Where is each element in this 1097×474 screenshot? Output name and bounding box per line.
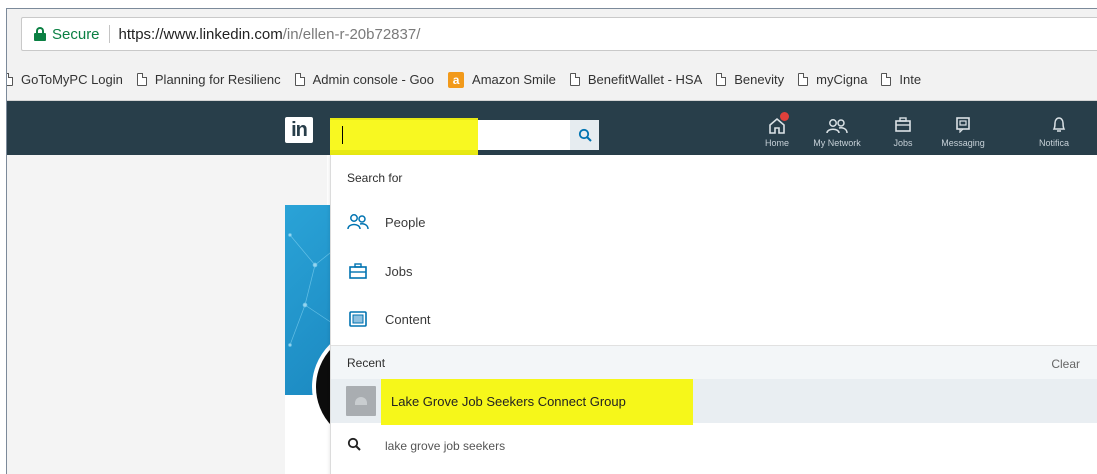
nav-label: Messaging [941,138,985,148]
doc-icon [716,73,727,86]
bookmark-inte[interactable]: Inte [881,72,921,87]
bookmark-label: Benevity [734,72,785,87]
jobs-icon [347,262,369,280]
home-icon [747,117,807,135]
bookmark-mycigna[interactable]: myCigna [798,72,867,87]
bookmark-label: Amazon Smile [472,72,556,87]
recent-section-header: Recent Clear [331,345,1097,379]
bookmark-benevity[interactable]: Benevity [716,72,784,87]
nav-home[interactable]: Home [747,112,807,148]
address-bar[interactable]: Secure https://www.linkedin.com/in/ellen… [21,17,1097,51]
bookmark-label: GoToMyPC Login [21,72,123,87]
bookmark-planning[interactable]: Planning for Resilienc [136,72,281,87]
people-icon [347,213,369,231]
divider [108,25,110,43]
query-suggestion[interactable]: lake grove job seekers [347,437,505,454]
bookmark-amazon-smile[interactable]: a Amazon Smile [448,71,556,88]
browser-window: Secure https://www.linkedin.com/in/ellen… [6,8,1097,474]
content-icon [347,310,369,328]
bell-icon [1051,117,1067,135]
search-option-people[interactable]: People [347,213,425,231]
recent-search-item[interactable]: Lake Grove Job Seekers Connect Group [331,379,1097,425]
nav-label: Notifica [1039,138,1070,148]
doc-icon [136,73,147,86]
lock-icon [34,27,46,41]
linkedin-logo[interactable]: in [285,117,313,143]
nav-notifications[interactable]: Notifica [1039,117,1097,148]
search-dropdown: Search for People Jobs Content Recent Cl… [330,155,1097,474]
nav-label: Home [764,138,789,148]
bookmark-label: myCigna [816,72,868,87]
text-caret [342,126,343,144]
url-host: https://www.linkedin.com [118,25,283,43]
nav-jobs[interactable]: Jobs [873,117,933,148]
network-icon [807,117,867,135]
jobs-icon [873,117,933,135]
search-button[interactable] [570,120,599,150]
secure-label: Secure [52,25,100,43]
doc-icon [798,73,809,86]
bookmark-admin-console[interactable]: Admin console - Goo [294,72,435,87]
nav-label: Jobs [893,138,913,148]
bookmarks-bar: GoToMyPC Login Planning for Resilienc Ad… [7,59,1097,101]
bookmark-label: Planning for Resilienc [154,72,281,87]
address-bar-row: Secure https://www.linkedin.com/in/ellen… [7,9,1097,59]
doc-icon [881,73,892,86]
bookmark-gotomypc[interactable]: GoToMyPC Login [7,72,123,87]
messaging-icon [933,117,993,135]
search-for-heading: Search for [347,171,403,185]
amazon-icon: a [448,71,465,88]
doc-icon [294,73,305,86]
bookmark-label: BenefitWallet - HSA [587,72,703,87]
query-suggestion-label: lake grove job seekers [385,438,506,453]
recent-item-label: Lake Grove Job Seekers Connect Group [391,394,626,409]
url-path: /in/ellen-r-20b72837/ [282,25,421,43]
recent-heading: Recent [347,356,386,370]
search-icon [578,128,592,142]
search-icon [347,437,361,454]
clear-recent-button[interactable]: Clear [1051,357,1080,371]
bookmark-label: Admin console - Goo [312,72,435,87]
nav-messaging[interactable]: Messaging [933,117,993,148]
option-label: People [385,214,426,230]
bookmark-benefitwallet[interactable]: BenefitWallet - HSA [569,72,703,87]
search-highlight [330,118,478,158]
group-icon [346,386,376,416]
nav-my-network[interactable]: My Network [807,117,867,148]
search-option-jobs[interactable]: Jobs [347,262,412,280]
bookmark-label: Inte [899,72,922,87]
doc-icon [7,73,13,86]
page-background [7,155,327,474]
option-label: Content [385,311,431,327]
notification-badge [780,112,789,121]
nav-label: My Network [813,138,861,148]
search-option-content[interactable]: Content [347,310,431,328]
option-label: Jobs [385,263,413,279]
linkedin-nav: in Home My Network Jobs Messaging Notifi… [7,101,1097,158]
doc-icon [569,73,580,86]
